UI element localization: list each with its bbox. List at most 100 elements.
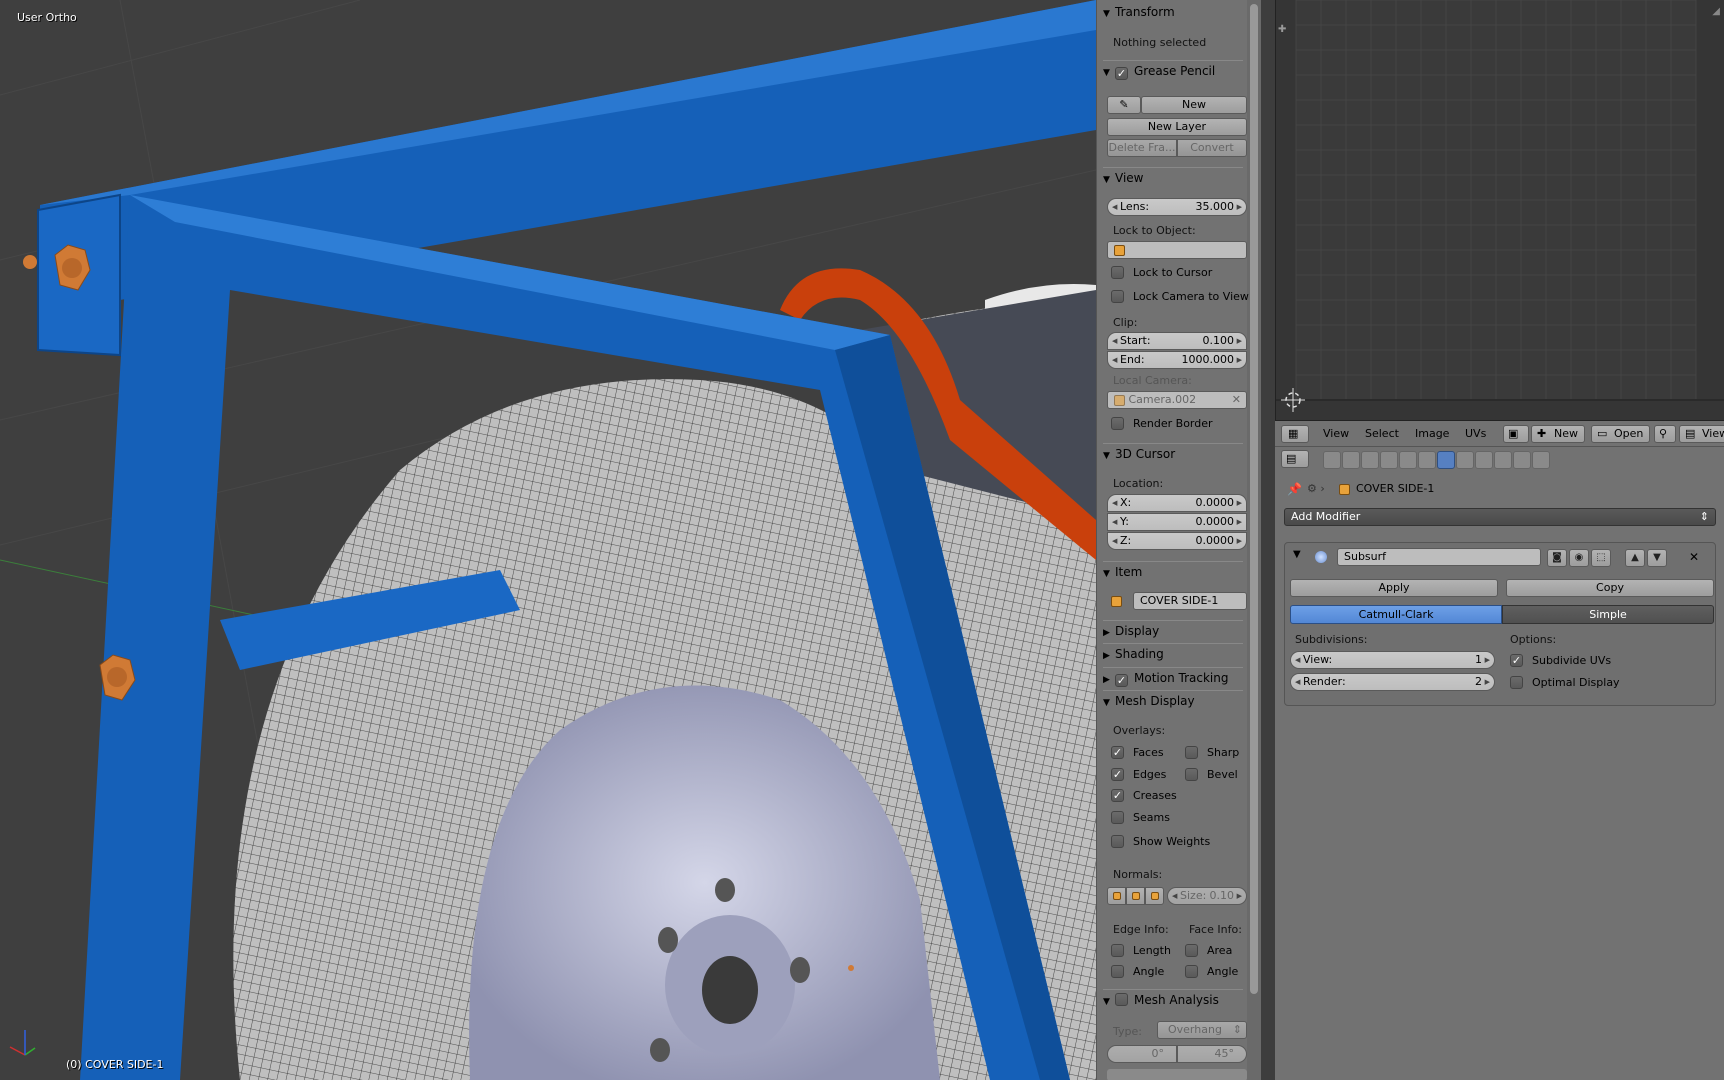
panel-header-shading[interactable]: ▶ Shading [1103, 643, 1243, 663]
panel-header-item[interactable]: ▼ Item [1103, 561, 1243, 581]
dropdown-arrows-icon: ⇕ [1699, 510, 1709, 523]
subsurf-modifier-panel: ▼ Subsurf ◙ ◉ ⬚ ▲ ▼ ✕ Apply Copy Catmull… [1284, 542, 1716, 706]
clip-start-field[interactable]: ◀ Start: 0.100 ▶ [1107, 332, 1247, 350]
view-mode-icon: ▤ [1685, 427, 1696, 440]
mesh-analysis-type-dropdown[interactable]: Overhang ⇕ [1157, 1021, 1247, 1039]
properties-editor-type-button[interactable]: ▤ [1281, 450, 1309, 468]
move-up-icon[interactable]: ▲ [1625, 549, 1645, 567]
image-open-button[interactable]: ▭ Open [1591, 425, 1651, 443]
simple-toggle[interactable]: Simple [1502, 605, 1714, 624]
breadcrumb-object-name: COVER SIDE-1 [1356, 482, 1435, 495]
cursor-y-field[interactable]: ◀ Y: 0.0000 ▶ [1107, 513, 1247, 531]
view-levels-field[interactable]: ◀ View: 1 ▶ [1290, 651, 1495, 669]
grease-pencil-new-button[interactable]: New [1141, 96, 1247, 114]
apply-button[interactable]: Apply [1290, 579, 1498, 597]
world-tab-icon[interactable] [1380, 451, 1398, 469]
item-name-field[interactable]: COVER SIDE-1 [1133, 592, 1247, 610]
normals-size-field[interactable]: ◀ Size: 0.10 ▶ [1167, 887, 1247, 905]
panel-header-transform[interactable]: ▼ Transform [1103, 2, 1243, 22]
remove-modifier-icon[interactable]: ✕ [1689, 550, 1699, 564]
menu-select[interactable]: Select [1365, 427, 1399, 440]
panel-header-view[interactable]: ▼ View [1103, 167, 1243, 187]
render-tab-icon[interactable] [1323, 451, 1341, 469]
panel-header-grease-pencil[interactable]: ▼ ✓ Grease Pencil [1103, 60, 1243, 80]
panel-header-mesh-analysis[interactable]: ▼ Mesh Analysis [1103, 989, 1243, 1009]
viewport-toggle-icon[interactable]: ◉ [1569, 549, 1589, 567]
modifiers-tab-icon[interactable] [1437, 451, 1455, 469]
face-normals-button[interactable] [1145, 887, 1164, 905]
uv-grid [1276, 0, 1724, 412]
collapse-arrow-icon[interactable]: ▼ [1293, 549, 1301, 560]
pin-button[interactable]: ⚲ [1654, 425, 1676, 443]
overhang-min-field[interactable]: 0° [1107, 1045, 1177, 1063]
vertex-normals-button[interactable] [1107, 887, 1126, 905]
object-icon [1114, 244, 1125, 256]
object-tab-icon[interactable] [1399, 451, 1417, 469]
scene-render [0, 0, 1096, 1080]
origin-point [848, 965, 854, 971]
render-toggle-icon[interactable]: ◙ [1547, 549, 1567, 567]
image-browse-button[interactable]: ▣ [1503, 425, 1529, 443]
subdivisions-label: Subdivisions: [1295, 633, 1368, 646]
area-corner-icon[interactable]: ◢ [1712, 6, 1720, 17]
constraints-tab-icon[interactable] [1418, 451, 1436, 469]
render-layers-tab-icon[interactable] [1342, 451, 1360, 469]
panel-header-display[interactable]: ▶ Display [1103, 620, 1243, 640]
transform-status: Nothing selected [1113, 36, 1207, 49]
cursor-x-field[interactable]: ◀ X: 0.0000 ▶ [1107, 494, 1247, 512]
overhang-max-field[interactable]: 45° [1177, 1045, 1247, 1063]
3d-viewport[interactable]: User Ortho (0) COVER SIDE-1 [0, 0, 1096, 1080]
render-levels-field[interactable]: ◀ Render: 2 ▶ [1290, 673, 1495, 691]
pin-icon[interactable]: 📌 [1287, 482, 1302, 496]
uv-image-editor[interactable]: ✚ ◢ [1275, 0, 1724, 420]
editmode-toggle-icon[interactable]: ⬚ [1591, 549, 1611, 567]
breadcrumb-scene-icon: ⚙ › [1307, 482, 1325, 495]
viewport-object-label: (0) COVER SIDE-1 [66, 1058, 164, 1071]
dropdown-arrows-icon: ⇕ [1232, 1023, 1242, 1036]
image-new-button[interactable]: ✚ New [1531, 425, 1585, 443]
hub-center [702, 956, 758, 1024]
viewport-title: User Ortho [17, 11, 77, 24]
axis-toggle-row[interactable] [1107, 1069, 1247, 1080]
particles-tab-icon[interactable] [1513, 451, 1531, 469]
split-normals-button[interactable] [1126, 887, 1145, 905]
modifier-name-field[interactable]: Subsurf [1337, 548, 1541, 566]
panel-header-mesh-display[interactable]: ▼ Mesh Display [1103, 690, 1243, 710]
edge-info-label: Edge Info: [1113, 923, 1169, 936]
copy-button[interactable]: Copy [1506, 579, 1714, 597]
physics-tab-icon[interactable] [1532, 451, 1550, 469]
options-label: Options: [1510, 633, 1557, 646]
menu-uvs[interactable]: UVs [1465, 427, 1486, 440]
editor-type-button[interactable]: ▦ [1281, 425, 1309, 443]
add-modifier-dropdown[interactable]: Add Modifier ⇕ [1284, 508, 1716, 526]
overlays-label: Overlays: [1113, 724, 1166, 737]
view-mode-dropdown[interactable]: ▤ View [1679, 425, 1724, 443]
expand-toolbar-icon[interactable]: ✚ [1278, 24, 1286, 35]
clip-label: Clip: [1113, 316, 1138, 329]
normals-label: Normals: [1113, 868, 1163, 881]
convert-button[interactable]: Convert [1177, 139, 1247, 157]
grease-pencil-datablock-button[interactable]: ✎ [1107, 96, 1141, 114]
menu-image[interactable]: Image [1415, 427, 1449, 440]
plus-icon: ✚ [1537, 427, 1547, 440]
panel-header-3d-cursor[interactable]: ▼ 3D Cursor [1103, 443, 1243, 463]
scene-tab-icon[interactable] [1361, 451, 1379, 469]
shelf-scrollbar[interactable] [1247, 0, 1261, 1080]
folder-icon: ▭ [1597, 427, 1608, 440]
new-layer-button[interactable]: New Layer [1107, 118, 1247, 136]
delete-frame-button[interactable]: Delete Fra... [1107, 139, 1177, 157]
cursor-z-field[interactable]: ◀ Z: 0.0000 ▶ [1107, 532, 1247, 550]
material-tab-icon[interactable] [1475, 451, 1493, 469]
menu-view[interactable]: View [1323, 427, 1349, 440]
catmull-clark-toggle[interactable]: Catmull-Clark [1290, 605, 1502, 624]
clear-icon[interactable]: ✕ [1232, 392, 1241, 408]
lock-to-object-field[interactable] [1107, 241, 1247, 259]
panel-header-motion-tracking[interactable]: ▶ ✓ Motion Tracking [1103, 667, 1243, 687]
move-down-icon[interactable]: ▼ [1647, 549, 1667, 567]
properties-shelf[interactable]: ▼ Transform Nothing selected ▼ ✓ Grease Pen… [1096, 0, 1261, 1080]
local-camera-field[interactable]: Camera.002 ✕ [1107, 391, 1247, 409]
clip-end-field[interactable]: ◀ End: 1000.000 ▶ [1107, 351, 1247, 369]
lens-field[interactable]: ◀ Lens: 35.000 ▶ [1107, 198, 1247, 216]
data-tab-icon[interactable] [1456, 451, 1474, 469]
texture-tab-icon[interactable] [1494, 451, 1512, 469]
